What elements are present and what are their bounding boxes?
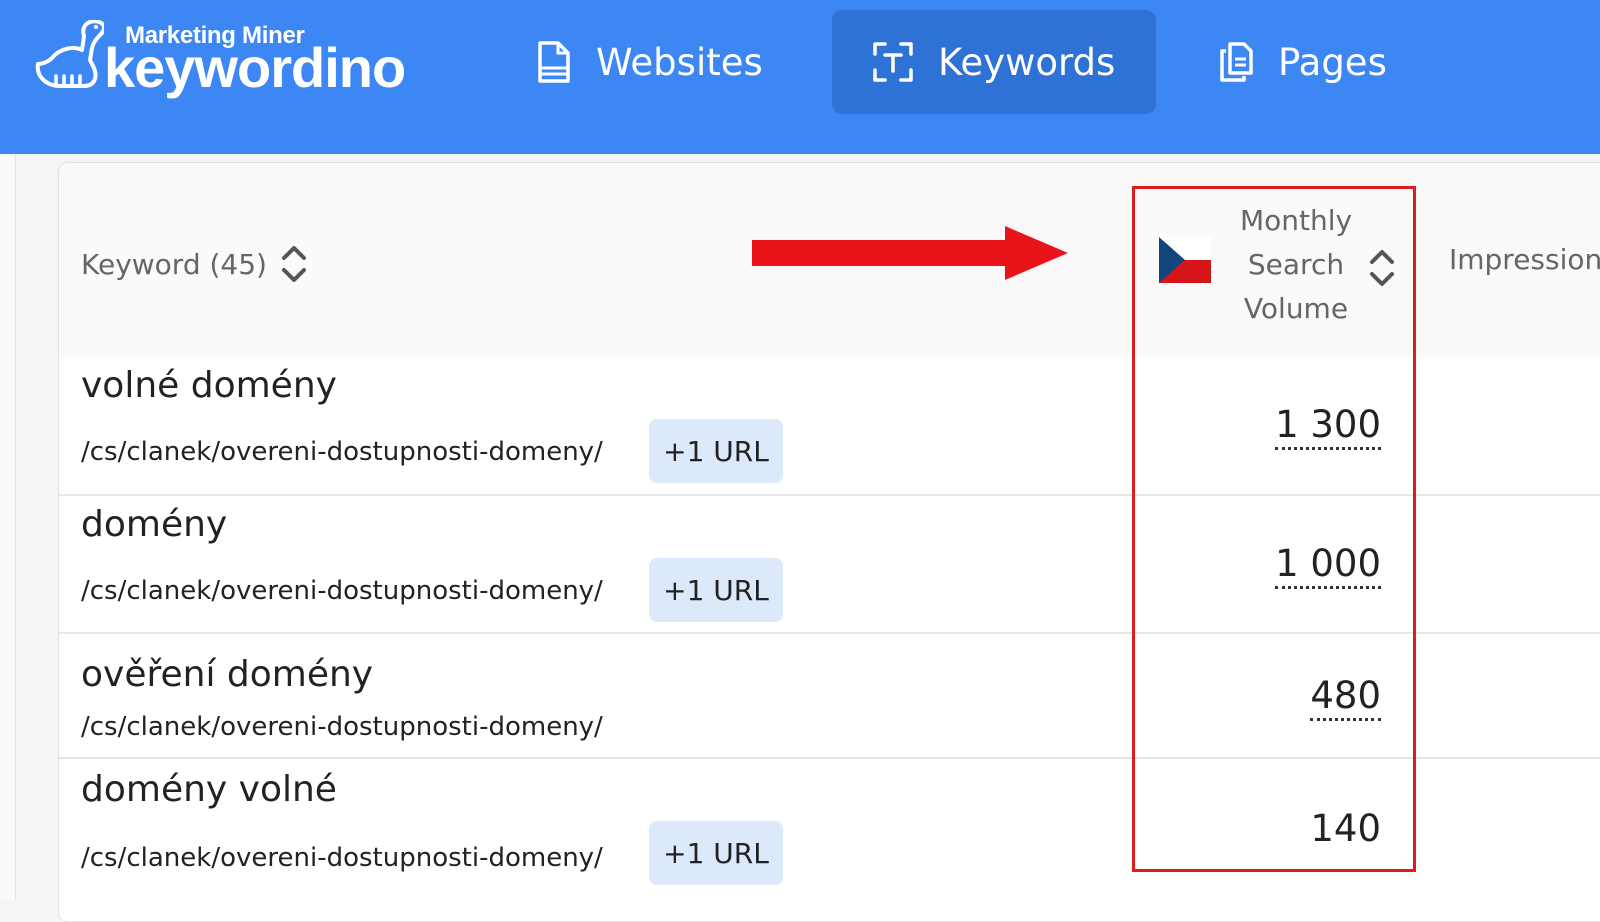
search-volume-value[interactable]: 1 000 xyxy=(1239,542,1381,589)
msv-label-line-1: Monthly xyxy=(1239,204,1353,237)
top-navigation-bar: Marketing Miner keywordino Websites Keyw… xyxy=(0,0,1600,154)
table-row[interactable]: domény volné /cs/clanek/overeni-dostupno… xyxy=(59,759,1600,921)
keyword-text: volné domény xyxy=(81,365,337,406)
nav-label-websites: Websites xyxy=(596,40,763,84)
nav-label-pages: Pages xyxy=(1278,40,1387,84)
logo-wordmark: keywordino xyxy=(104,36,406,99)
more-urls-badge[interactable]: +1 URL xyxy=(649,558,783,622)
keyword-text: ověření domény xyxy=(81,654,374,695)
keyword-text: domény volné xyxy=(81,769,337,810)
dino-logo-icon xyxy=(35,20,104,88)
table-row[interactable]: volné domény /cs/clanek/overeni-dostupno… xyxy=(59,357,1600,496)
table-row[interactable]: domény /cs/clanek/overeni-dostupnosti-do… xyxy=(59,496,1600,634)
keyword-url[interactable]: /cs/clanek/overeni-dostupnosti-domeny/ xyxy=(81,843,603,873)
text-scan-icon xyxy=(873,42,913,82)
document-icon xyxy=(538,41,570,83)
column-header-keyword[interactable]: Keyword (45) xyxy=(81,243,307,285)
keyword-url[interactable]: /cs/clanek/overeni-dostupnosti-domeny/ xyxy=(81,576,603,606)
pages-icon xyxy=(1220,42,1253,82)
nav-tab-pages[interactable]: Pages xyxy=(1218,10,1438,114)
search-volume-number: 1 300 xyxy=(1275,403,1381,450)
search-volume-number: 480 xyxy=(1310,674,1381,721)
search-volume-value[interactable]: 140 xyxy=(1239,807,1381,850)
nav-label-keywords: Keywords xyxy=(938,40,1116,84)
msv-label-line-2: Search xyxy=(1247,248,1345,281)
search-volume-value[interactable]: 1 300 xyxy=(1239,403,1381,450)
msv-label-line-3: Volume xyxy=(1243,292,1349,325)
column-header-impressions[interactable]: Impression xyxy=(1449,243,1600,276)
left-sidebar-edge xyxy=(0,154,16,900)
search-volume-number: 1 000 xyxy=(1275,542,1381,589)
red-arrow-annotation xyxy=(752,226,1068,280)
nav-tab-keywords[interactable]: Keywords xyxy=(832,10,1156,114)
keywordino-logo[interactable]: Marketing Miner keywordino xyxy=(34,18,424,108)
table-row[interactable]: ověření domény /cs/clanek/overeni-dostup… xyxy=(59,634,1600,759)
keyword-url[interactable]: /cs/clanek/overeni-dostupnosti-domeny/ xyxy=(81,437,603,467)
czech-flag-icon xyxy=(1159,237,1211,283)
keyword-text: domény xyxy=(81,504,228,545)
search-volume-value[interactable]: 480 xyxy=(1239,674,1381,721)
column-header-keyword-label: Keyword (45) xyxy=(81,247,267,281)
column-header-monthly-search-volume[interactable]: Monthly Search Volume xyxy=(1159,199,1439,329)
keyword-url[interactable]: /cs/clanek/overeni-dostupnosti-domeny/ xyxy=(81,712,603,742)
column-header-msv-label: Monthly Search Volume xyxy=(1221,199,1371,331)
sort-icon[interactable] xyxy=(1369,247,1395,289)
nav-tab-websites[interactable]: Websites xyxy=(536,10,796,114)
sort-icon[interactable] xyxy=(281,243,307,285)
more-urls-badge[interactable]: +1 URL xyxy=(649,419,783,483)
more-urls-badge[interactable]: +1 URL xyxy=(649,821,783,885)
